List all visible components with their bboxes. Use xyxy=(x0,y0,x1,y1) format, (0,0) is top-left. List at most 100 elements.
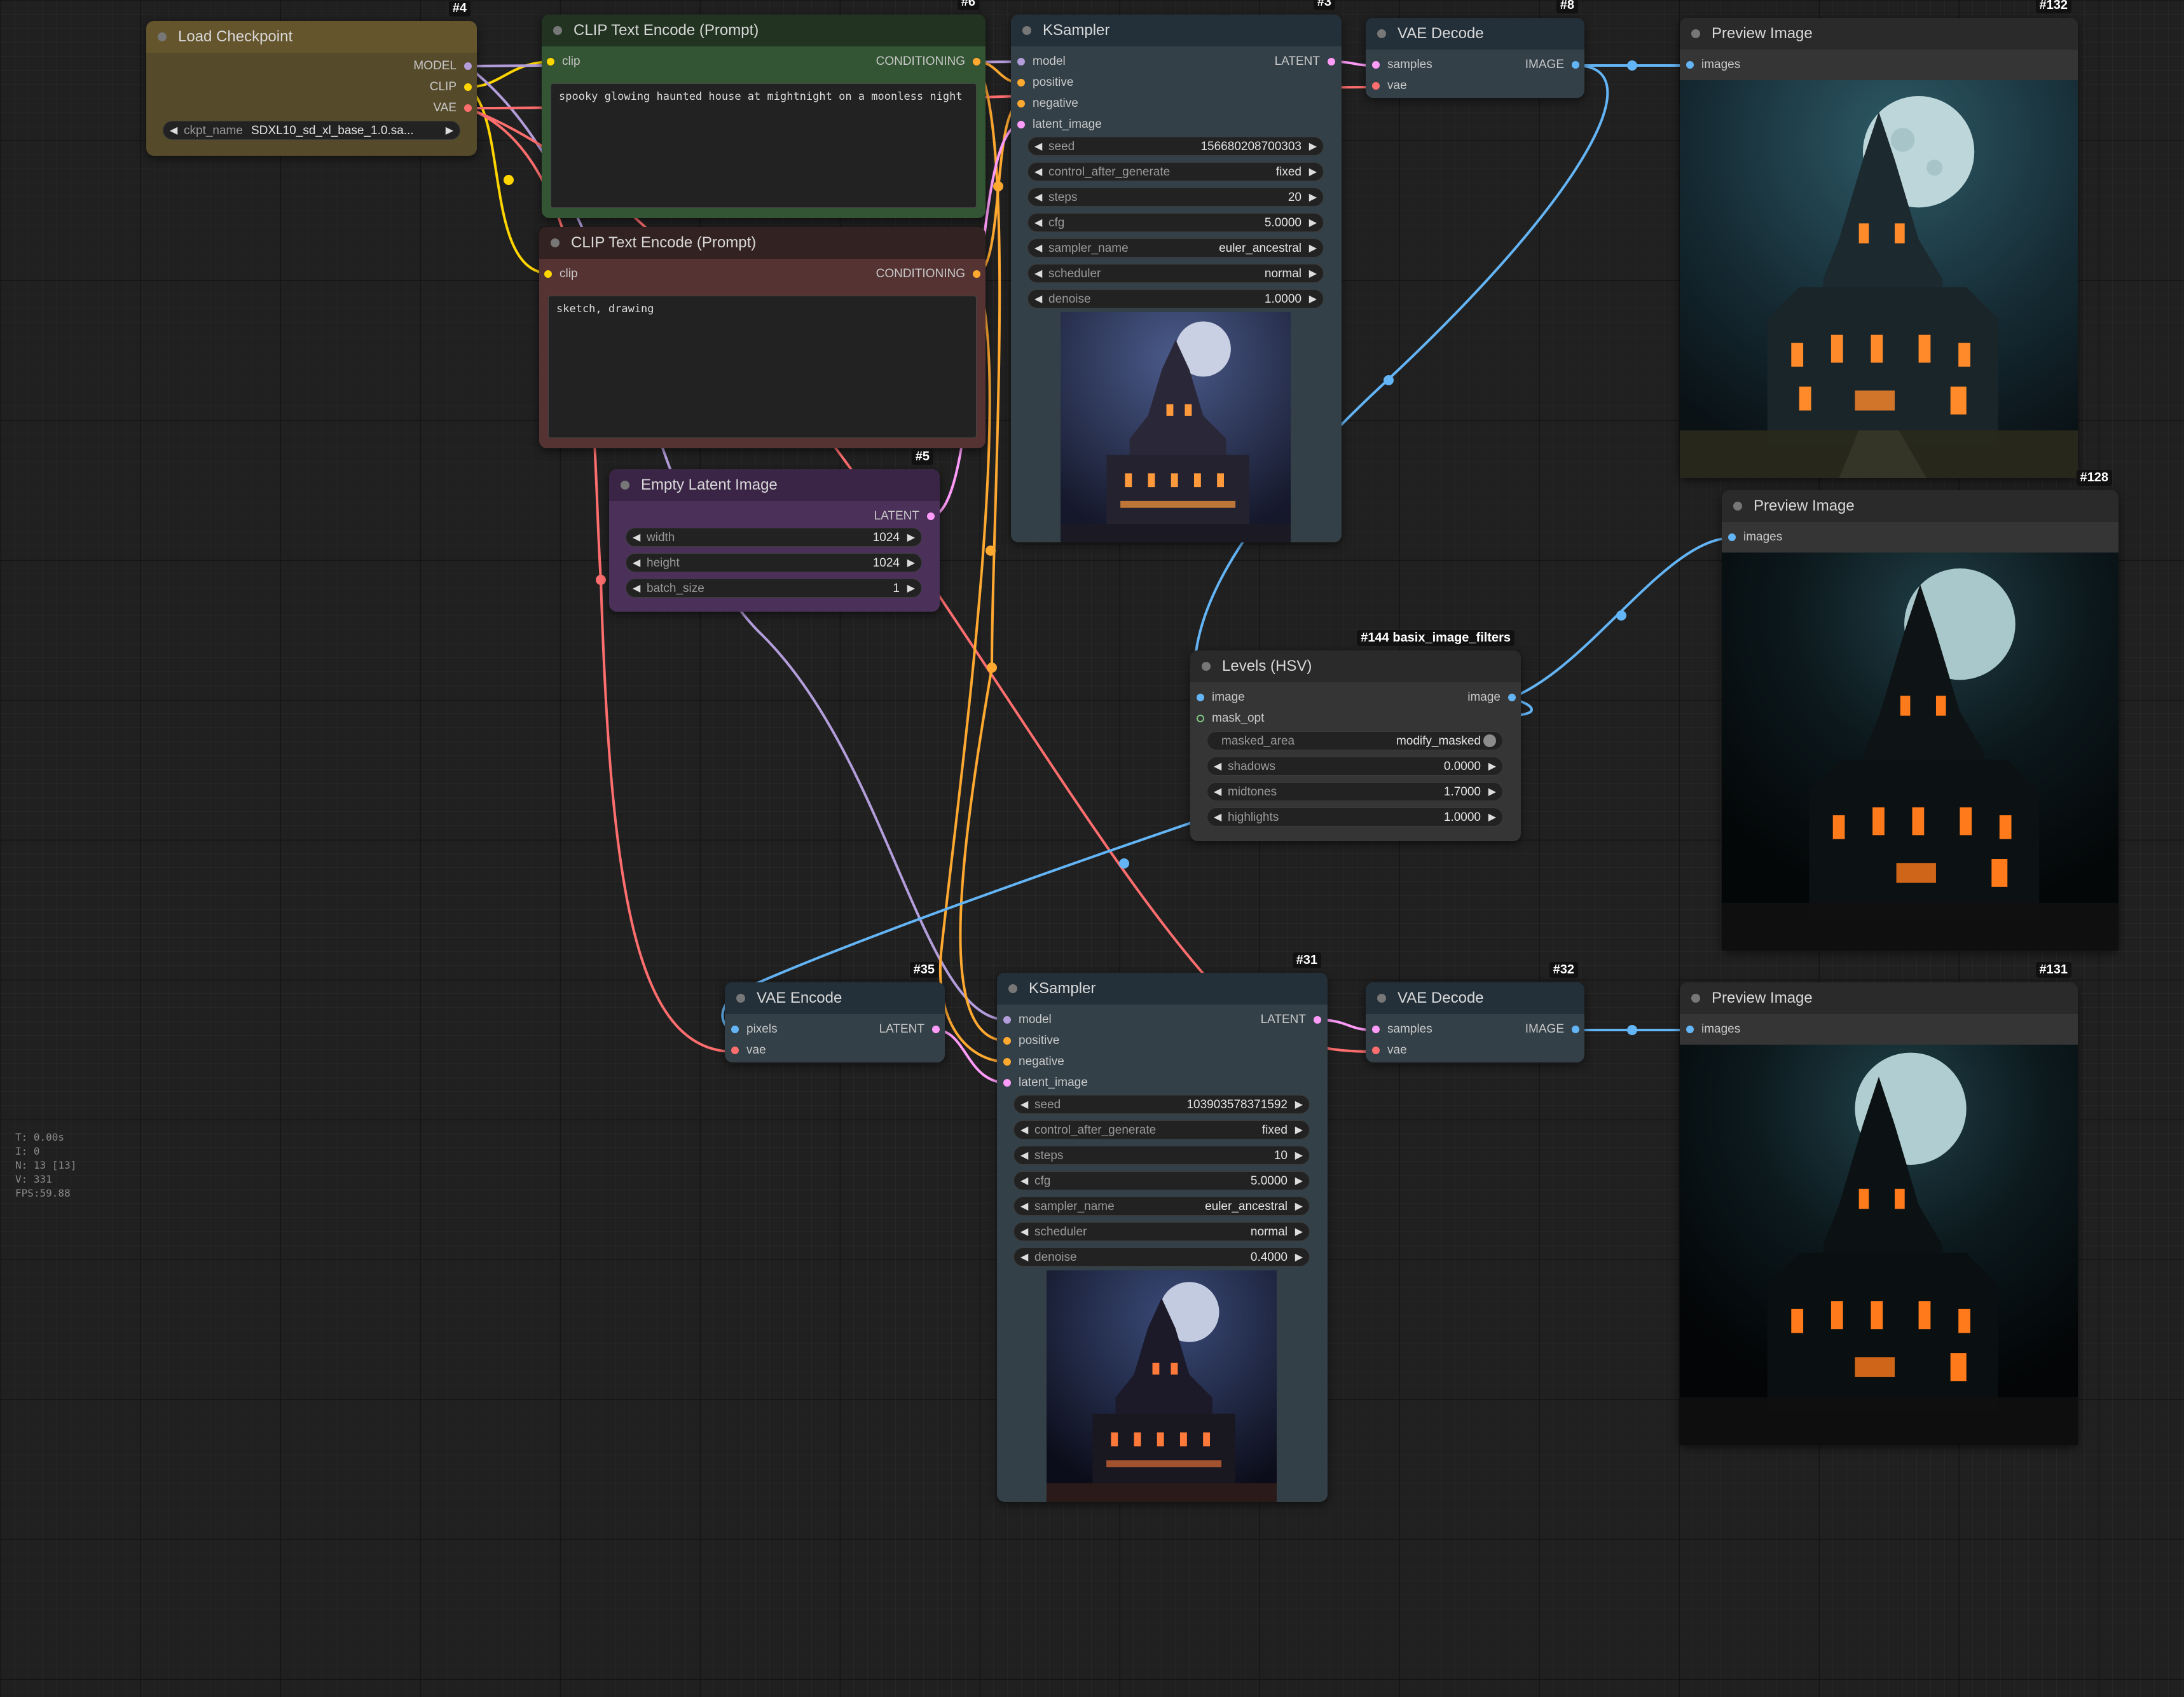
arrow-right-icon[interactable]: ▶ xyxy=(1309,140,1317,153)
node-title[interactable]: Preview Image xyxy=(1722,490,2119,522)
height-widget[interactable]: ◀ height 1024 ▶ xyxy=(626,553,922,572)
sampler-name-widget[interactable]: ◀ sampler_name euler_ancestral ▶ xyxy=(1013,1197,1310,1216)
clip-port-dot[interactable] xyxy=(547,58,554,65)
conditioning-port-dot[interactable] xyxy=(1003,1058,1011,1066)
input-images[interactable]: images xyxy=(1686,1022,1740,1037)
node-vae-decode-8[interactable]: #8 VAE Decode samples vae IMAGE xyxy=(1366,0,1584,98)
input-mask-opt[interactable]: mask_opt xyxy=(1197,711,1264,726)
seed-widget[interactable]: ◀ seed 103903578371592 ▶ xyxy=(1013,1095,1310,1114)
image-port-dot[interactable] xyxy=(1572,1026,1579,1033)
conditioning-port-dot[interactable] xyxy=(1017,100,1025,107)
output-latent[interactable]: LATENT xyxy=(874,509,935,524)
image-port-dot[interactable] xyxy=(1197,694,1204,701)
conditioning-port-dot[interactable] xyxy=(973,58,980,65)
arrow-left-icon[interactable]: ◀ xyxy=(1020,1149,1028,1162)
ckpt-name-combo[interactable]: ◀ ckpt_name SDXL10_sd_xl_base_1.0.sa... … xyxy=(163,121,460,140)
conditioning-port-dot[interactable] xyxy=(973,270,980,278)
arrow-left-icon[interactable]: ◀ xyxy=(1034,216,1042,229)
prompt-textarea[interactable]: sketch, drawing xyxy=(548,296,977,438)
output-clip[interactable]: CLIP xyxy=(430,79,472,95)
scheduler-widget[interactable]: ◀ scheduler normal ▶ xyxy=(1027,264,1324,283)
arrow-left-icon[interactable]: ◀ xyxy=(1214,811,1221,823)
model-port-dot[interactable] xyxy=(464,62,472,70)
seed-widget[interactable]: ◀ seed 156680208700303 ▶ xyxy=(1027,137,1324,156)
vae-port-dot[interactable] xyxy=(731,1047,739,1054)
image-port-dot[interactable] xyxy=(1686,61,1694,69)
arrow-right-icon[interactable]: ▶ xyxy=(446,124,453,137)
node-ksampler-3[interactable]: #3 KSampler model positive negative late… xyxy=(1011,0,1342,542)
latent-port-dot[interactable] xyxy=(1328,58,1335,65)
vae-port-dot[interactable] xyxy=(1372,1047,1380,1054)
node-title[interactable]: Preview Image xyxy=(1680,982,2078,1014)
arrow-left-icon[interactable]: ◀ xyxy=(1034,140,1042,153)
node-title[interactable]: CLIP Text Encode (Prompt) xyxy=(542,15,986,46)
input-positive[interactable]: positive xyxy=(1003,1033,1059,1048)
latent-port-dot[interactable] xyxy=(932,1026,940,1033)
input-model[interactable]: model xyxy=(1017,54,1066,69)
denoise-widget[interactable]: ◀ denoise 1.0000 ▶ xyxy=(1027,289,1324,308)
arrow-left-icon[interactable]: ◀ xyxy=(633,556,640,569)
arrow-right-icon[interactable]: ▶ xyxy=(1309,292,1317,305)
toggle-knob[interactable] xyxy=(1483,734,1496,747)
node-title[interactable]: VAE Decode xyxy=(1366,18,1584,50)
input-negative[interactable]: negative xyxy=(1003,1054,1064,1069)
node-title[interactable]: VAE Decode xyxy=(1366,982,1584,1014)
arrow-left-icon[interactable]: ◀ xyxy=(1214,760,1221,773)
input-latent-image[interactable]: latent_image xyxy=(1003,1075,1088,1090)
node-title[interactable]: VAE Encode xyxy=(725,982,945,1014)
input-pixels[interactable]: pixels xyxy=(731,1022,778,1037)
image-port-dot[interactable] xyxy=(1728,533,1736,541)
midtones-widget[interactable]: ◀ midtones 1.7000 ▶ xyxy=(1207,782,1503,801)
arrow-right-icon[interactable]: ▶ xyxy=(1295,1149,1303,1162)
arrow-right-icon[interactable]: ▶ xyxy=(1309,216,1317,229)
latent-port-dot[interactable] xyxy=(927,512,935,520)
arrow-right-icon[interactable]: ▶ xyxy=(1309,191,1317,203)
input-latent-image[interactable]: latent_image xyxy=(1017,117,1102,132)
node-ksampler-31[interactable]: #31 KSampler model positive negative lat… xyxy=(997,952,1328,1502)
denoise-widget[interactable]: ◀ denoise 0.4000 ▶ xyxy=(1013,1247,1310,1267)
vae-port-dot[interactable] xyxy=(1372,82,1380,90)
input-model[interactable]: model xyxy=(1003,1012,1052,1027)
arrow-left-icon[interactable]: ◀ xyxy=(1034,242,1042,254)
scheduler-widget[interactable]: ◀ scheduler normal ▶ xyxy=(1013,1222,1310,1241)
input-samples[interactable]: samples xyxy=(1372,1022,1432,1037)
input-vae[interactable]: vae xyxy=(1372,78,1407,93)
node-levels-hsv[interactable]: #144 basix_image_filters Levels (HSV) im… xyxy=(1190,630,1521,841)
input-negative[interactable]: negative xyxy=(1017,96,1078,111)
output-image[interactable]: IMAGE xyxy=(1525,1022,1579,1037)
image-port-dot[interactable] xyxy=(1572,61,1579,69)
arrow-left-icon[interactable]: ◀ xyxy=(1020,1225,1028,1238)
input-images[interactable]: images xyxy=(1728,530,1782,545)
output-latent[interactable]: LATENT xyxy=(879,1022,940,1037)
arrow-right-icon[interactable]: ▶ xyxy=(1488,811,1496,823)
arrow-left-icon[interactable]: ◀ xyxy=(633,582,640,594)
node-title[interactable]: Load Checkpoint xyxy=(146,21,477,53)
arrow-right-icon[interactable]: ▶ xyxy=(907,531,915,544)
node-load-checkpoint[interactable]: #4 Load Checkpoint MODEL CLIP VAE ◀ ckpt… xyxy=(146,1,477,156)
clip-port-dot[interactable] xyxy=(544,270,552,278)
arrow-right-icon[interactable]: ▶ xyxy=(1295,1251,1303,1263)
conditioning-port-dot[interactable] xyxy=(1017,79,1025,86)
node-empty-latent-image[interactable]: #5 Empty Latent Image LATENT ◀ width 1024 ▶… xyxy=(609,449,940,612)
latent-port-dot[interactable] xyxy=(1372,1026,1380,1033)
shadows-widget[interactable]: ◀ shadows 0.0000 ▶ xyxy=(1207,757,1503,776)
node-title[interactable]: CLIP Text Encode (Prompt) xyxy=(539,227,986,259)
arrow-right-icon[interactable]: ▶ xyxy=(1309,242,1317,254)
image-port-dot[interactable] xyxy=(1686,1026,1694,1033)
arrow-left-icon[interactable]: ◀ xyxy=(1020,1174,1028,1187)
image-port-dot[interactable] xyxy=(1508,694,1516,701)
mask-port-dot[interactable] xyxy=(1197,715,1204,722)
conditioning-port-dot[interactable] xyxy=(1003,1037,1011,1045)
input-vae[interactable]: vae xyxy=(1372,1043,1407,1058)
model-port-dot[interactable] xyxy=(1017,58,1025,65)
arrow-right-icon[interactable]: ▶ xyxy=(1295,1200,1303,1213)
arrow-left-icon[interactable]: ◀ xyxy=(1020,1123,1028,1136)
arrow-left-icon[interactable]: ◀ xyxy=(1034,267,1042,280)
clip-port-dot[interactable] xyxy=(464,83,472,91)
node-vae-decode-32[interactable]: #32 VAE Decode samples vae IMAGE xyxy=(1366,962,1584,1062)
node-title[interactable]: Preview Image xyxy=(1680,18,2078,50)
output-image[interactable]: image xyxy=(1467,690,1516,705)
output-latent[interactable]: LATENT xyxy=(1261,1012,1321,1027)
sampler-name-widget[interactable]: ◀ sampler_name euler_ancestral ▶ xyxy=(1027,238,1324,258)
arrow-right-icon[interactable]: ▶ xyxy=(1295,1123,1303,1136)
